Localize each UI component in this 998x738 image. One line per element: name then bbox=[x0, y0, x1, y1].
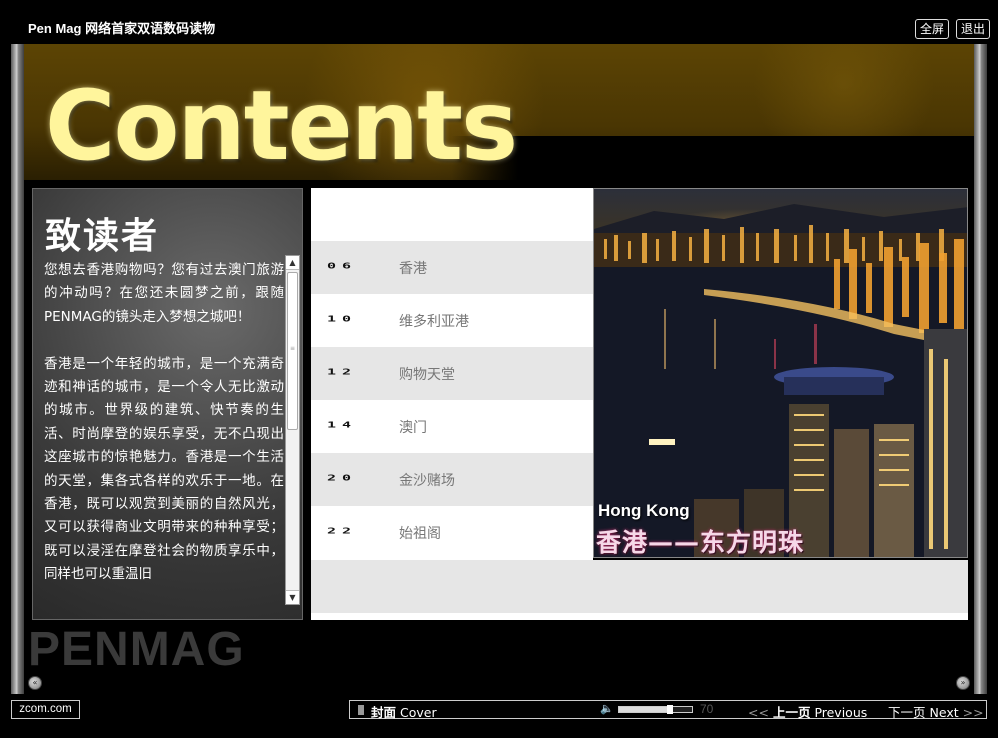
bottom-bar: zcom.com 封面 Cover 🔈 70 << 上一页 Previous 下… bbox=[0, 694, 998, 738]
left-page-rail bbox=[11, 44, 24, 694]
prev-arrows-icon: << bbox=[748, 705, 769, 720]
right-page-rail bbox=[974, 44, 987, 694]
contents-title: Contents bbox=[45, 70, 518, 182]
cover-link[interactable]: 封面 Cover bbox=[371, 702, 437, 721]
prev-label-en: Previous bbox=[814, 705, 868, 720]
next-label-cn: 下一页 bbox=[888, 705, 926, 720]
cover-label-en: Cover bbox=[400, 705, 437, 720]
scroll-down-icon[interactable]: ▼ bbox=[286, 590, 299, 604]
toc-page-number: 10 bbox=[327, 314, 358, 324]
volume-icon[interactable]: 🔈 bbox=[600, 702, 614, 715]
volume-knob[interactable] bbox=[667, 705, 673, 714]
toc-footer-strip bbox=[311, 560, 968, 613]
cover-label-cn: 封面 bbox=[371, 705, 397, 720]
fullscreen-button[interactable]: 全屏 bbox=[915, 19, 949, 39]
toc-item[interactable]: 20 金沙赌场 bbox=[311, 453, 593, 506]
top-bar: Pen Mag 网络首家双语数码读物 全屏 退出 bbox=[0, 0, 998, 44]
intro-text: 您想去香港购物吗？您有过去澳门旅游的冲动吗？在您还未圆梦之前，跟随PENMAG的… bbox=[44, 259, 284, 597]
toc-page-number: 06 bbox=[327, 261, 358, 271]
photo-caption-cn: 香港——东方明珠 bbox=[596, 528, 805, 557]
toc-page-number: 22 bbox=[327, 526, 358, 536]
intro-paragraph: 香港是一个年轻的城市，是一个充满奇迹和神话的城市，是一个令人无比激动的城市。世界… bbox=[44, 355, 284, 583]
prev-page-corner-icon[interactable]: « bbox=[28, 676, 42, 690]
prev-label-cn: 上一页 bbox=[772, 705, 811, 720]
toc-item[interactable]: 22 始祖阁 bbox=[311, 506, 593, 559]
next-label-en: Next bbox=[929, 705, 959, 720]
volume-slider[interactable] bbox=[618, 705, 693, 714]
hong-kong-photo: Hong Kong 香港——东方明珠 bbox=[593, 188, 968, 558]
intro-paragraph: 您想去香港购物吗？您有过去澳门旅游的冲动吗？在您还未圆梦之前，跟随PENMAG的… bbox=[44, 262, 284, 325]
toc-page-number: 12 bbox=[327, 367, 358, 377]
penmag-watermark: PENMAG bbox=[28, 623, 245, 676]
toc-panel: 06 香港 10 维多利亚港 12 购物天堂 14 澳门 20 金沙赌场 22 … bbox=[311, 188, 593, 620]
exit-button[interactable]: 退出 bbox=[956, 19, 990, 39]
site-link[interactable]: zcom.com bbox=[11, 700, 80, 719]
toc-item[interactable]: 06 香港 bbox=[311, 241, 593, 294]
toc-page-number: 20 bbox=[327, 473, 358, 483]
toc-item[interactable]: 10 维多利亚港 bbox=[311, 294, 593, 347]
next-page-corner-icon[interactable]: » bbox=[956, 676, 970, 690]
toc-page-number: 14 bbox=[327, 420, 358, 430]
intro-scrollbar[interactable]: ▲ ≡ ▼ bbox=[285, 255, 300, 605]
next-page-button[interactable]: 下一页 Next >> bbox=[888, 702, 984, 721]
volume-value: 70 bbox=[700, 702, 714, 716]
toc-item-title: 香港 bbox=[399, 261, 427, 277]
toc-item-title: 始祖阁 bbox=[399, 526, 441, 542]
toc-item[interactable]: 14 澳门 bbox=[311, 400, 593, 453]
next-arrows-icon: >> bbox=[962, 705, 984, 720]
intro-panel: 致读者 您想去香港购物吗？您有过去澳门旅游的冲动吗？在您还未圆梦之前，跟随PEN… bbox=[32, 188, 303, 620]
cover-marker-icon bbox=[358, 705, 364, 715]
photo-caption-en: Hong Kong bbox=[598, 501, 690, 520]
previous-page-button[interactable]: << 上一页 Previous bbox=[748, 702, 867, 721]
scroll-thumb[interactable]: ≡ bbox=[287, 272, 298, 430]
toc-item-title: 金沙赌场 bbox=[399, 473, 455, 489]
grip-icon: ≡ bbox=[290, 345, 296, 352]
intro-heading: 致读者 bbox=[45, 215, 160, 257]
app-title: Pen Mag 网络首家双语数码读物 bbox=[28, 21, 216, 36]
toc-footer-edge bbox=[311, 613, 968, 620]
navigation-bar: 封面 Cover 🔈 70 << 上一页 Previous 下一页 Next >… bbox=[349, 700, 987, 721]
toc-item[interactable]: 12 购物天堂 bbox=[311, 347, 593, 400]
toc-item-title: 维多利亚港 bbox=[399, 314, 469, 330]
volume-fill bbox=[619, 707, 670, 712]
toc-item-title: 澳门 bbox=[399, 420, 427, 436]
scroll-up-icon[interactable]: ▲ bbox=[286, 256, 299, 270]
toc-item-title: 购物天堂 bbox=[399, 367, 455, 383]
